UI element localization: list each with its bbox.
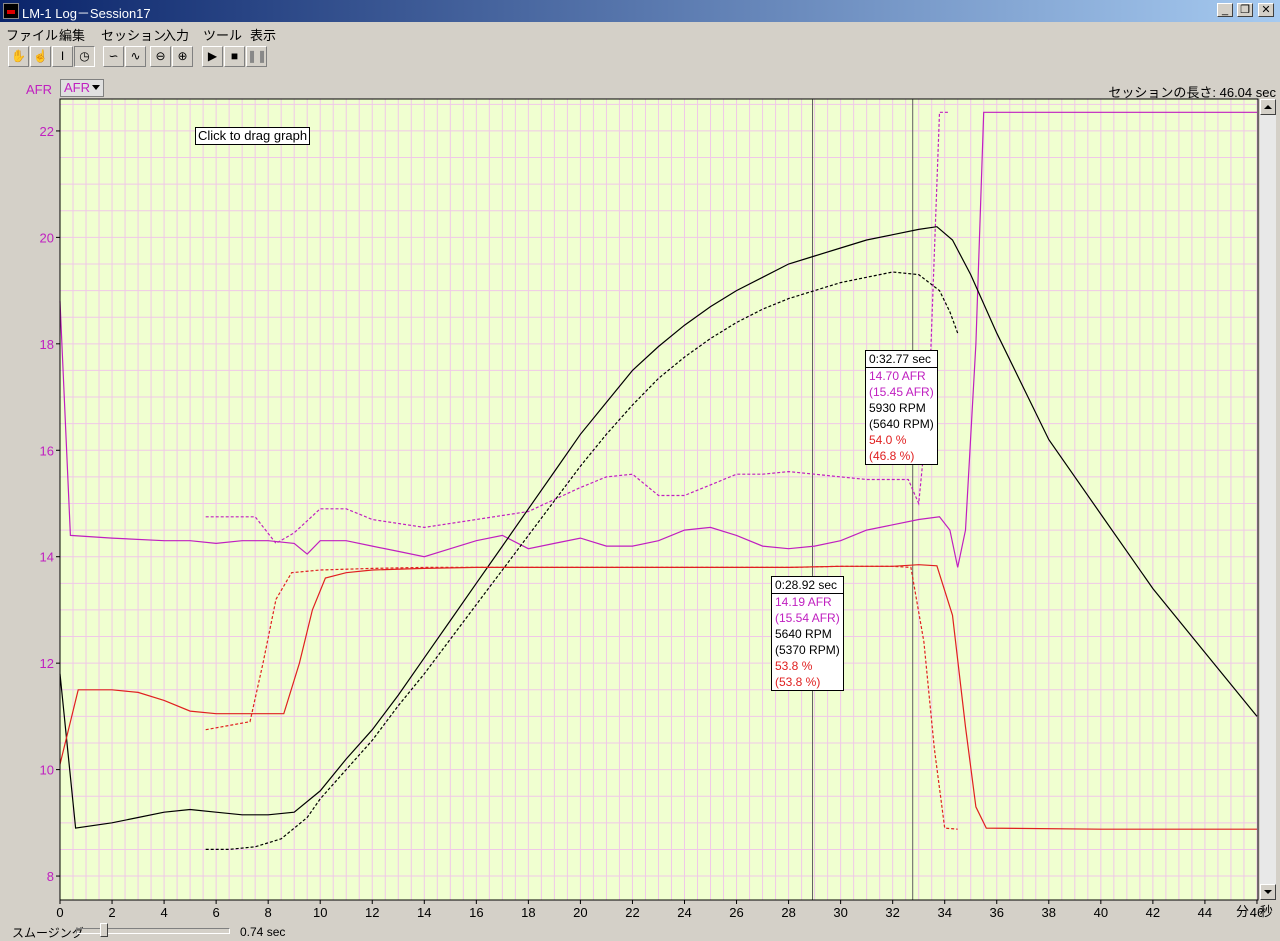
drag-hint: Click to drag graph	[195, 127, 311, 145]
smoothing-slider-handle[interactable]	[100, 923, 108, 937]
y-tick-label: 10	[40, 763, 54, 778]
pause-icon[interactable]: ❚❚	[246, 46, 267, 67]
menu-file[interactable]: ファイル	[6, 25, 58, 44]
readout-time: 0:32.77 sec	[866, 351, 937, 368]
x-tick-label: 40	[1094, 905, 1108, 920]
menu-session[interactable]: セッション	[101, 25, 166, 44]
x-tick-label: 38	[1042, 905, 1056, 920]
y-tick-label: 14	[40, 550, 54, 565]
x-tick-label: 44	[1198, 905, 1212, 920]
y-tick-label: 16	[40, 443, 54, 458]
wave-smooth-icon[interactable]: ∽	[103, 46, 124, 67]
x-tick-label: 28	[781, 905, 795, 920]
x-tick-label: 18	[521, 905, 535, 920]
chevron-down-icon	[92, 85, 100, 90]
readout-pct-ref: (46.8 %)	[869, 449, 915, 463]
y-tick-label: 20	[40, 230, 54, 245]
wave-raw-icon[interactable]: ∿	[125, 46, 146, 67]
clock-icon[interactable]: ◷	[74, 46, 95, 67]
y-axis-select-value: AFR	[64, 80, 90, 95]
readout-rpm: 5930 RPM	[869, 401, 926, 415]
y-axis-unit: AFR	[26, 82, 52, 97]
x-tick-label: 20	[573, 905, 587, 920]
smoothing-value: 0.74 sec	[240, 925, 286, 939]
y-tick-label: 12	[40, 656, 54, 671]
menu-edit[interactable]: 編集	[59, 25, 85, 44]
scroll-down-icon[interactable]	[1260, 884, 1276, 900]
readout-afr: 14.70 AFR	[869, 369, 926, 383]
toolbar: ✋ ☝ I ◷ ∽ ∿ ⊖ ⊕ ▶ ■ ❚❚	[0, 44, 1280, 70]
readout-afr-ref: (15.45 AFR)	[869, 385, 934, 399]
menu-bar: ファイル 編集 セッション 入力 ツール 表示	[0, 22, 1280, 44]
log-chart[interactable]: 0 2 4 6 8 10 12 14 16 18 20 22 24 26 28 30 32 34 36 38 40 42 4…	[0, 96, 1264, 926]
y-axis-select[interactable]: AFR	[60, 79, 104, 97]
readout-rpm: 5640 RPM	[775, 627, 832, 641]
x-tick-label: 16	[469, 905, 483, 920]
hand-zoom-icon[interactable]: ☝	[30, 46, 51, 67]
readout-pct: 53.8 %	[775, 659, 813, 673]
readout-afr: 14.19 AFR	[775, 595, 832, 609]
x-tick-label: 4	[160, 905, 167, 920]
zoom-out-icon[interactable]: ⊖	[150, 46, 171, 67]
readout-pct-ref: (53.8 %)	[775, 675, 821, 689]
x-tick-label: 0	[56, 905, 63, 920]
x-tick-label: 42	[1146, 905, 1160, 920]
readout-afr-ref: (15.54 AFR)	[775, 611, 840, 625]
minimize-icon[interactable]: _	[1217, 3, 1233, 17]
x-axis-unit: 分 : 秒	[1236, 904, 1273, 919]
menu-tools[interactable]: ツール	[203, 25, 242, 44]
readout-rpm-ref: (5640 RPM)	[869, 417, 934, 431]
close-icon[interactable]: ✕	[1258, 3, 1274, 17]
x-tick-label: 14	[417, 905, 431, 920]
readout-rpm-ref: (5370 RPM)	[775, 643, 840, 657]
x-tick-label: 8	[265, 905, 272, 920]
x-tick-label: 34	[937, 905, 951, 920]
cursor-readout-2: 0:32.77 sec 14.70 AFR (15.45 AFR) 5930 R…	[865, 350, 938, 465]
x-tick-label: 24	[677, 905, 691, 920]
scroll-up-icon[interactable]	[1260, 99, 1276, 115]
x-tick-label: 26	[729, 905, 743, 920]
stop-icon[interactable]: ■	[224, 46, 245, 67]
smoothing-label: スムージング	[12, 926, 84, 940]
vertical-scrollbar[interactable]	[1260, 99, 1276, 900]
zoom-in-icon[interactable]: ⊕	[172, 46, 193, 67]
app-icon[interactable]	[3, 3, 19, 19]
x-tick-label: 6	[213, 905, 220, 920]
x-tick-label: 32	[885, 905, 899, 920]
y-tick-label: 18	[40, 337, 54, 352]
readout-pct: 54.0 %	[869, 433, 907, 447]
restore-icon[interactable]: ❐	[1237, 3, 1253, 17]
plot-background	[60, 99, 1258, 900]
menu-view[interactable]: 表示	[250, 25, 276, 44]
x-tick-label: 22	[625, 905, 639, 920]
chart-area[interactable]: 0 2 4 6 8 10 12 14 16 18 20 22 24 26 28 30 32 34 36 38 40 42 4…	[0, 96, 1264, 929]
x-tick-label: 30	[833, 905, 847, 920]
x-tick-label: 36	[990, 905, 1004, 920]
x-tick-label: 2	[108, 905, 115, 920]
hand-icon[interactable]: ✋	[8, 46, 29, 67]
y-tick-label: 22	[40, 124, 54, 139]
cursor-i-icon[interactable]: I	[52, 46, 73, 67]
menu-input[interactable]: 入力	[163, 25, 189, 44]
cursor-readout-1: 0:28.92 sec 14.19 AFR (15.54 AFR) 5640 R…	[771, 576, 844, 691]
x-tick-label: 12	[365, 905, 379, 920]
y-tick-label: 8	[47, 869, 54, 884]
title-bar: LM-1 Log－Session17 _ ❐ ✕	[0, 0, 1280, 22]
readout-time: 0:28.92 sec	[772, 577, 843, 594]
play-icon[interactable]: ▶	[202, 46, 223, 67]
window-title: LM-1 Log－Session17	[22, 6, 151, 21]
x-tick-label: 10	[313, 905, 327, 920]
